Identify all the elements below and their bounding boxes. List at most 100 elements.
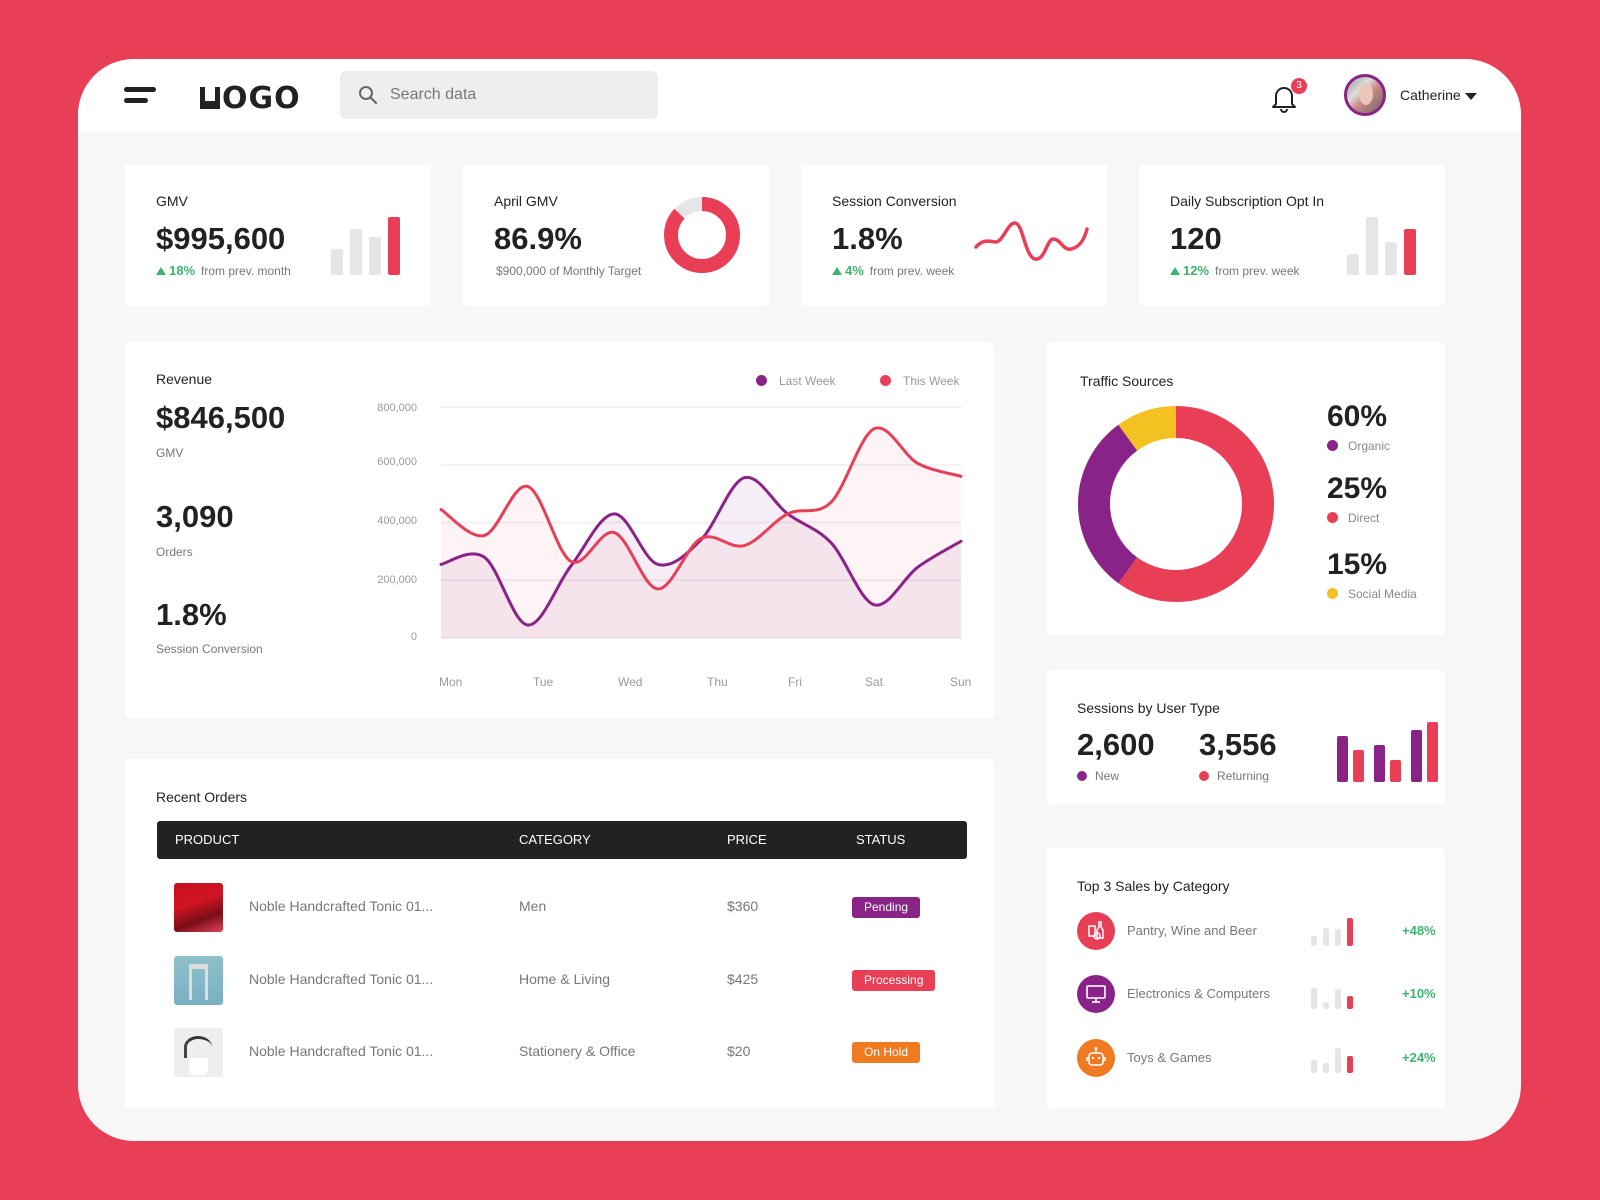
- y-tick-label: 400,000: [377, 515, 417, 527]
- x-tick-label: Sat: [865, 675, 884, 689]
- mini-bar: [1311, 1060, 1317, 1073]
- donut-slice-social-media[interactable]: [1118, 406, 1177, 451]
- y-tick-label: 200,000: [377, 574, 417, 586]
- logo-text: OGO: [222, 81, 301, 116]
- kpi-card-session-conversion: Session Conversion 1.8% 4% from prev. wee…: [801, 165, 1107, 306]
- legend-this-week[interactable]: This Week: [880, 374, 959, 388]
- target-progress-donut: [664, 197, 740, 273]
- sessions-title: Sessions by User Type: [1077, 700, 1220, 716]
- trend-up-icon: [156, 267, 166, 275]
- logo-mark-icon: [200, 87, 220, 109]
- column-header-product[interactable]: PRODUCT: [175, 832, 239, 847]
- kpi-value: 120: [1170, 221, 1222, 256]
- robot-icon: [1077, 1039, 1115, 1077]
- kpi-card-daily-subscription: Daily Subscription Opt In 120 12% from pr…: [1139, 165, 1445, 306]
- legend-dot-icon: [1199, 771, 1209, 781]
- category-growth: +10%: [1402, 986, 1436, 1001]
- logo[interactable]: OGO: [200, 81, 301, 116]
- sparkline: [974, 221, 1089, 261]
- orders-table-header: PRODUCT CATEGORY PRICE STATUS: [157, 821, 967, 859]
- x-tick-label: Tue: [533, 675, 554, 689]
- traffic-pct: 25%: [1327, 472, 1388, 505]
- category-name: Pantry, Wine and Beer: [1127, 923, 1257, 938]
- legend-dot-icon: [1077, 771, 1087, 781]
- recent-orders-title: Recent Orders: [156, 789, 248, 805]
- traffic-legend-direct: Direct: [1327, 511, 1379, 525]
- legend-last-week[interactable]: Last Week: [756, 374, 835, 388]
- product-price: $360: [727, 898, 759, 914]
- status-badge[interactable]: Pending: [852, 897, 921, 918]
- table-row[interactable]: Noble Handcrafted Tonic 01... Home & Liv…: [157, 956, 967, 1016]
- category-row[interactable]: Electronics & Computers +10%: [1077, 975, 1437, 1015]
- trend-up-icon: [832, 267, 842, 275]
- donut-slice-direct[interactable]: [1118, 406, 1274, 602]
- mini-bar-chart: [331, 217, 400, 275]
- kpi-delta: 18% from prev. month: [156, 263, 291, 278]
- user-name[interactable]: Catherine: [1400, 87, 1461, 103]
- product-name: Noble Handcrafted Tonic 01...: [249, 1043, 434, 1059]
- kpi-subtitle: $900,000 of Monthly Target: [496, 264, 642, 278]
- menu-line-icon: [124, 87, 156, 92]
- status-badge[interactable]: On Hold: [852, 1042, 921, 1063]
- search-box[interactable]: [340, 71, 658, 119]
- hamburger-menu-button[interactable]: [124, 87, 158, 107]
- top-bar: OGO 3 Catherine: [78, 59, 1521, 133]
- status-badge[interactable]: Processing: [852, 970, 936, 991]
- revenue-conversion-value: 1.8%: [156, 597, 227, 632]
- mini-bar: [350, 228, 362, 275]
- product-price: $425: [727, 971, 759, 987]
- product-name: Noble Handcrafted Tonic 01...: [249, 971, 434, 987]
- kpi-card-april-gmv: April GMV 86.9% $900,000 of Monthly Targ…: [463, 165, 769, 306]
- product-name: Noble Handcrafted Tonic 01...: [249, 898, 434, 914]
- mini-bar: [1323, 927, 1329, 946]
- legend-dot-icon: [1327, 512, 1338, 523]
- y-tick-label: 0: [410, 631, 417, 643]
- bar-returning: [1390, 759, 1401, 782]
- revenue-conversion-label: Session Conversion: [156, 642, 263, 656]
- mini-bar: [369, 237, 381, 275]
- revenue-gmv-value: $846,500: [156, 400, 286, 435]
- bar-new: [1411, 730, 1422, 782]
- kpi-value: 1.8%: [832, 221, 903, 256]
- mini-bar: [1347, 1056, 1353, 1073]
- mini-bar: [1335, 1047, 1341, 1073]
- user-avatar[interactable]: [1344, 74, 1386, 116]
- category-row[interactable]: Pantry, Wine and Beer +48%: [1077, 912, 1437, 952]
- area-fill-this-week: [441, 427, 961, 638]
- kpi-delta: 4% from prev. week: [832, 263, 954, 278]
- x-tick-label: Mon: [439, 675, 463, 689]
- y-tick-label: 800,000: [377, 402, 417, 414]
- legend-dot-icon: [880, 375, 891, 386]
- monitor-icon: [1077, 975, 1115, 1013]
- column-header-price[interactable]: PRICE: [727, 832, 767, 847]
- product-thumbnail-sneaker: [174, 883, 223, 932]
- traffic-title: Traffic Sources: [1080, 373, 1174, 389]
- sessions-new-value: 2,600: [1077, 727, 1155, 762]
- bar-new: [1374, 745, 1385, 782]
- kpi-title: April GMV: [494, 193, 558, 209]
- kpi-value: 86.9%: [494, 221, 582, 256]
- sparkline-path: [974, 221, 1089, 261]
- chevron-down-icon[interactable]: [1465, 93, 1477, 100]
- column-header-status[interactable]: STATUS: [856, 832, 905, 847]
- category-row[interactable]: Toys & Games +24%: [1077, 1039, 1437, 1079]
- category-name: Toys & Games: [1127, 1050, 1212, 1065]
- mini-bar: [1404, 228, 1416, 275]
- traffic-legend-social: Social Media: [1327, 587, 1417, 601]
- table-row[interactable]: Noble Handcrafted Tonic 01... Stationery…: [157, 1028, 967, 1088]
- column-header-category[interactable]: CATEGORY: [519, 832, 591, 847]
- product-category: Home & Living: [519, 971, 611, 987]
- traffic-sources-card: Traffic Sources 60% Organic 25% Direct 1…: [1047, 342, 1445, 635]
- search-input[interactable]: [390, 71, 640, 119]
- bar-returning: [1353, 749, 1364, 782]
- mini-bar: [331, 248, 343, 275]
- donut-slice-organic[interactable]: [1078, 424, 1138, 584]
- x-tick-label: Fri: [788, 675, 802, 689]
- table-row[interactable]: Noble Handcrafted Tonic 01... Men $360 P…: [157, 883, 967, 943]
- kpi-value: $995,600: [156, 221, 286, 256]
- mini-bar: [1335, 989, 1341, 1009]
- traffic-legend-organic: Organic: [1327, 439, 1390, 453]
- category-mini-bars: [1311, 918, 1353, 946]
- product-thumbnail-stool: [174, 956, 223, 1005]
- category-mini-bars: [1311, 981, 1353, 1009]
